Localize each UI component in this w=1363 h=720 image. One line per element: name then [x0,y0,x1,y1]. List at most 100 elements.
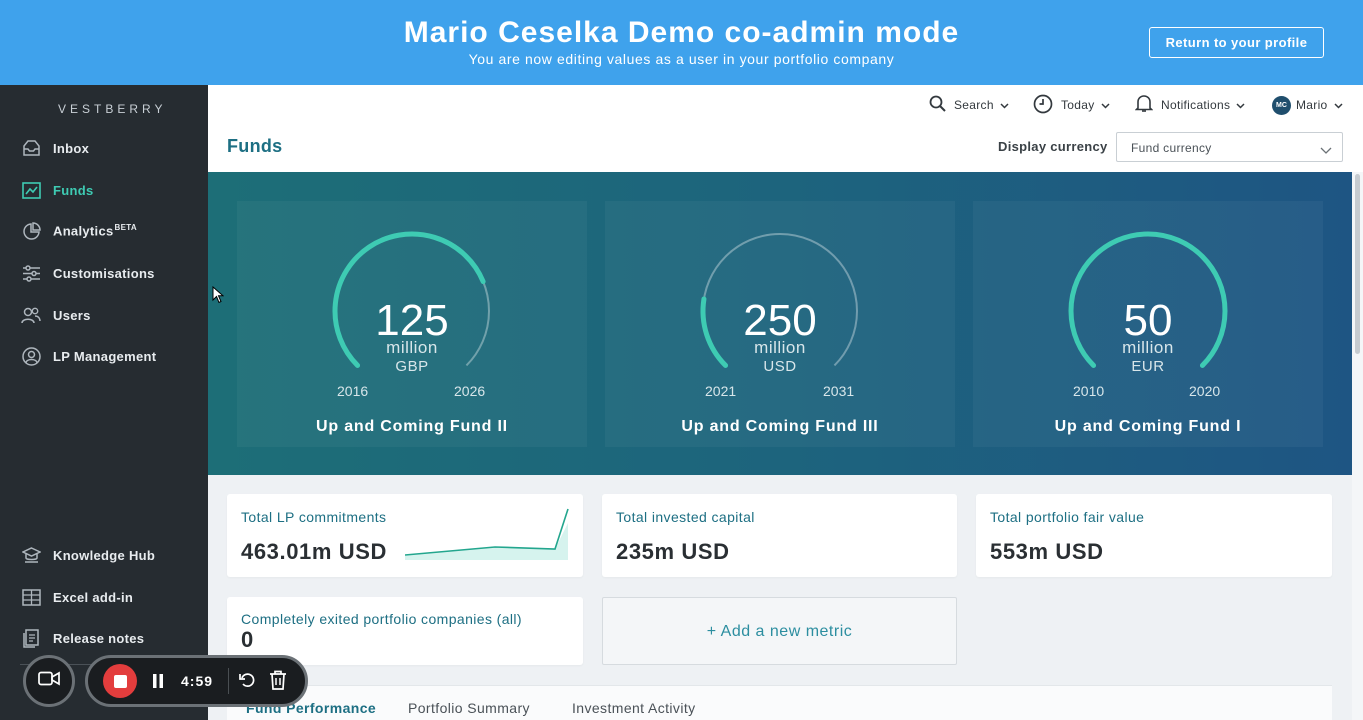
fund-end-year: 2026 [454,383,486,399]
today-menu[interactable]: Today [1033,94,1110,116]
tab-bar: Fund Performance Portfolio Summary Inves… [227,685,1332,720]
analytics-label: Analytics [53,223,114,239]
lp-management-icon [21,346,41,366]
sidebar-item-analytics[interactable]: AnalyticsBETA [0,211,208,251]
add-metric-button[interactable]: + Add a new metric [602,597,957,665]
fund-card[interactable]: 50 million EUR 2010 2020 Up and Coming F… [973,201,1323,447]
metric-card-fair-value[interactable]: Total portfolio fair value 553m USD [976,494,1332,577]
metric-label: Total invested capital [616,509,755,525]
display-currency-select[interactable]: Fund currency [1116,132,1343,162]
knowledge-hub-icon [21,545,41,565]
sliders-icon [21,263,41,283]
metric-label: Total portfolio fair value [990,509,1145,525]
sidebar-item-excel-addin[interactable]: Excel add-in [0,577,208,617]
sidebar-item-label: Excel add-in [53,589,134,605]
page-header: Search Today Notifications MC Mario Fund… [208,85,1363,172]
metric-label: Completely exited portfolio companies (a… [241,611,522,627]
analytics-icon [21,221,41,241]
fund-start-year: 2010 [1073,383,1105,399]
pause-icon [153,674,163,688]
sidebar-item-label: Release notes [53,630,145,646]
sidebar-item-label: Knowledge Hub [53,547,156,563]
return-to-profile-button[interactable]: Return to your profile [1149,27,1324,58]
delete-recording-button[interactable] [269,670,287,695]
users-icon [21,305,41,325]
fund-start-year: 2021 [705,383,737,399]
co-admin-banner: Mario Ceselka Demo co-admin mode You are… [0,0,1363,85]
lp-commitments-sparkline [405,508,569,560]
undo-icon [239,673,255,687]
sidebar-item-lp-management[interactable]: LP Management [0,336,208,376]
fund-name: Up and Coming Fund I [1054,418,1242,435]
fund-name: Up and Coming Fund III [681,418,879,435]
metric-value: 463.01m USD [241,539,388,564]
tab-portfolio-summary[interactable]: Portfolio Summary [408,700,530,716]
sidebar-item-inbox[interactable]: Inbox [0,128,208,168]
tab-investment-activity[interactable]: Investment Activity [572,700,696,716]
sidebar-item-customisations[interactable]: Customisations [0,253,208,293]
recorder-divider [228,668,229,694]
fund-card[interactable]: 125 million GBP 2016 2026 Up and Coming … [237,201,587,447]
release-notes-icon [21,628,41,648]
scrollbar[interactable] [1352,172,1363,720]
scrollbar-thumb[interactable] [1355,174,1360,354]
fund-card[interactable]: 250 million USD 2021 2031 Up and Coming … [605,201,955,447]
sidebar-item-label: Users [53,307,91,323]
fund-end-year: 2020 [1189,383,1221,399]
today-label: Today [1061,98,1095,112]
chevron-down-icon [1236,98,1245,112]
sidebar-item-label: Customisations [53,265,155,281]
avatar: MC [1272,95,1291,115]
stop-recording-button[interactable] [103,664,137,698]
inbox-icon [21,138,41,158]
recording-timer: 4:59 [181,673,214,689]
search-icon [929,95,946,115]
sidebar-item-release-notes[interactable]: Release notes [0,618,208,658]
display-currency-label: Display currency [998,139,1108,154]
metric-card-invested-capital[interactable]: Total invested capital 235m USD [602,494,957,577]
camera-toggle-button[interactable] [23,655,75,707]
clock-icon [1033,94,1053,117]
sidebar-item-funds[interactable]: Funds [0,170,208,210]
user-name: Mario [1296,98,1328,112]
fund-name: Up and Coming Fund II [316,418,508,435]
metric-value: 553m USD [990,539,1104,564]
metric-value: 235m USD [616,539,730,564]
search-menu[interactable]: Search [929,94,1009,116]
display-currency-value: Fund currency [1131,141,1212,155]
notifications-label: Notifications [1161,98,1231,112]
fund-start-year: 2016 [337,383,369,399]
trash-icon [270,670,286,690]
sidebar-item-label: Inbox [53,140,90,156]
chevron-down-icon [1320,143,1332,157]
notifications-menu[interactable]: Notifications [1134,94,1245,116]
page-title: Funds [227,136,283,156]
restart-recording-button[interactable] [238,671,256,694]
recording-controls: 4:59 [85,655,308,707]
chevron-down-icon [1333,98,1343,112]
mouse-cursor-icon [212,286,224,304]
search-label: Search [954,98,994,112]
metric-card-lp-commitments[interactable]: Total LP commitments 463.01m USD [227,494,583,577]
sidebar-item-label: AnalyticsBETA [53,223,137,238]
fund-unit: million [386,338,438,357]
sidebar-item-label: LP Management [53,348,157,364]
beta-badge: BETA [114,223,137,233]
sidebar-item-label: Funds [53,182,94,198]
sidebar-item-knowledge-hub[interactable]: Knowledge Hub [0,535,208,575]
user-menu[interactable]: MC Mario [1272,94,1343,116]
stop-icon [113,674,127,688]
fund-unit: million [1122,338,1174,357]
fund-unit: million [754,338,806,357]
funds-hero: 125 million GBP 2016 2026 Up and Coming … [208,172,1352,475]
chevron-down-icon [1101,98,1110,112]
sidebar: VESTBERRY Inbox Funds AnalyticsBETA Cust… [0,85,208,720]
fund-currency: GBP [395,358,429,375]
funds-icon [21,180,41,200]
brand-logo: VESTBERRY [58,102,167,116]
fund-currency: EUR [1131,358,1165,375]
sidebar-item-users[interactable]: Users [0,295,208,335]
fund-currency: USD [763,358,797,375]
fund-end-year: 2031 [823,383,855,399]
pause-recording-button[interactable] [148,671,168,691]
